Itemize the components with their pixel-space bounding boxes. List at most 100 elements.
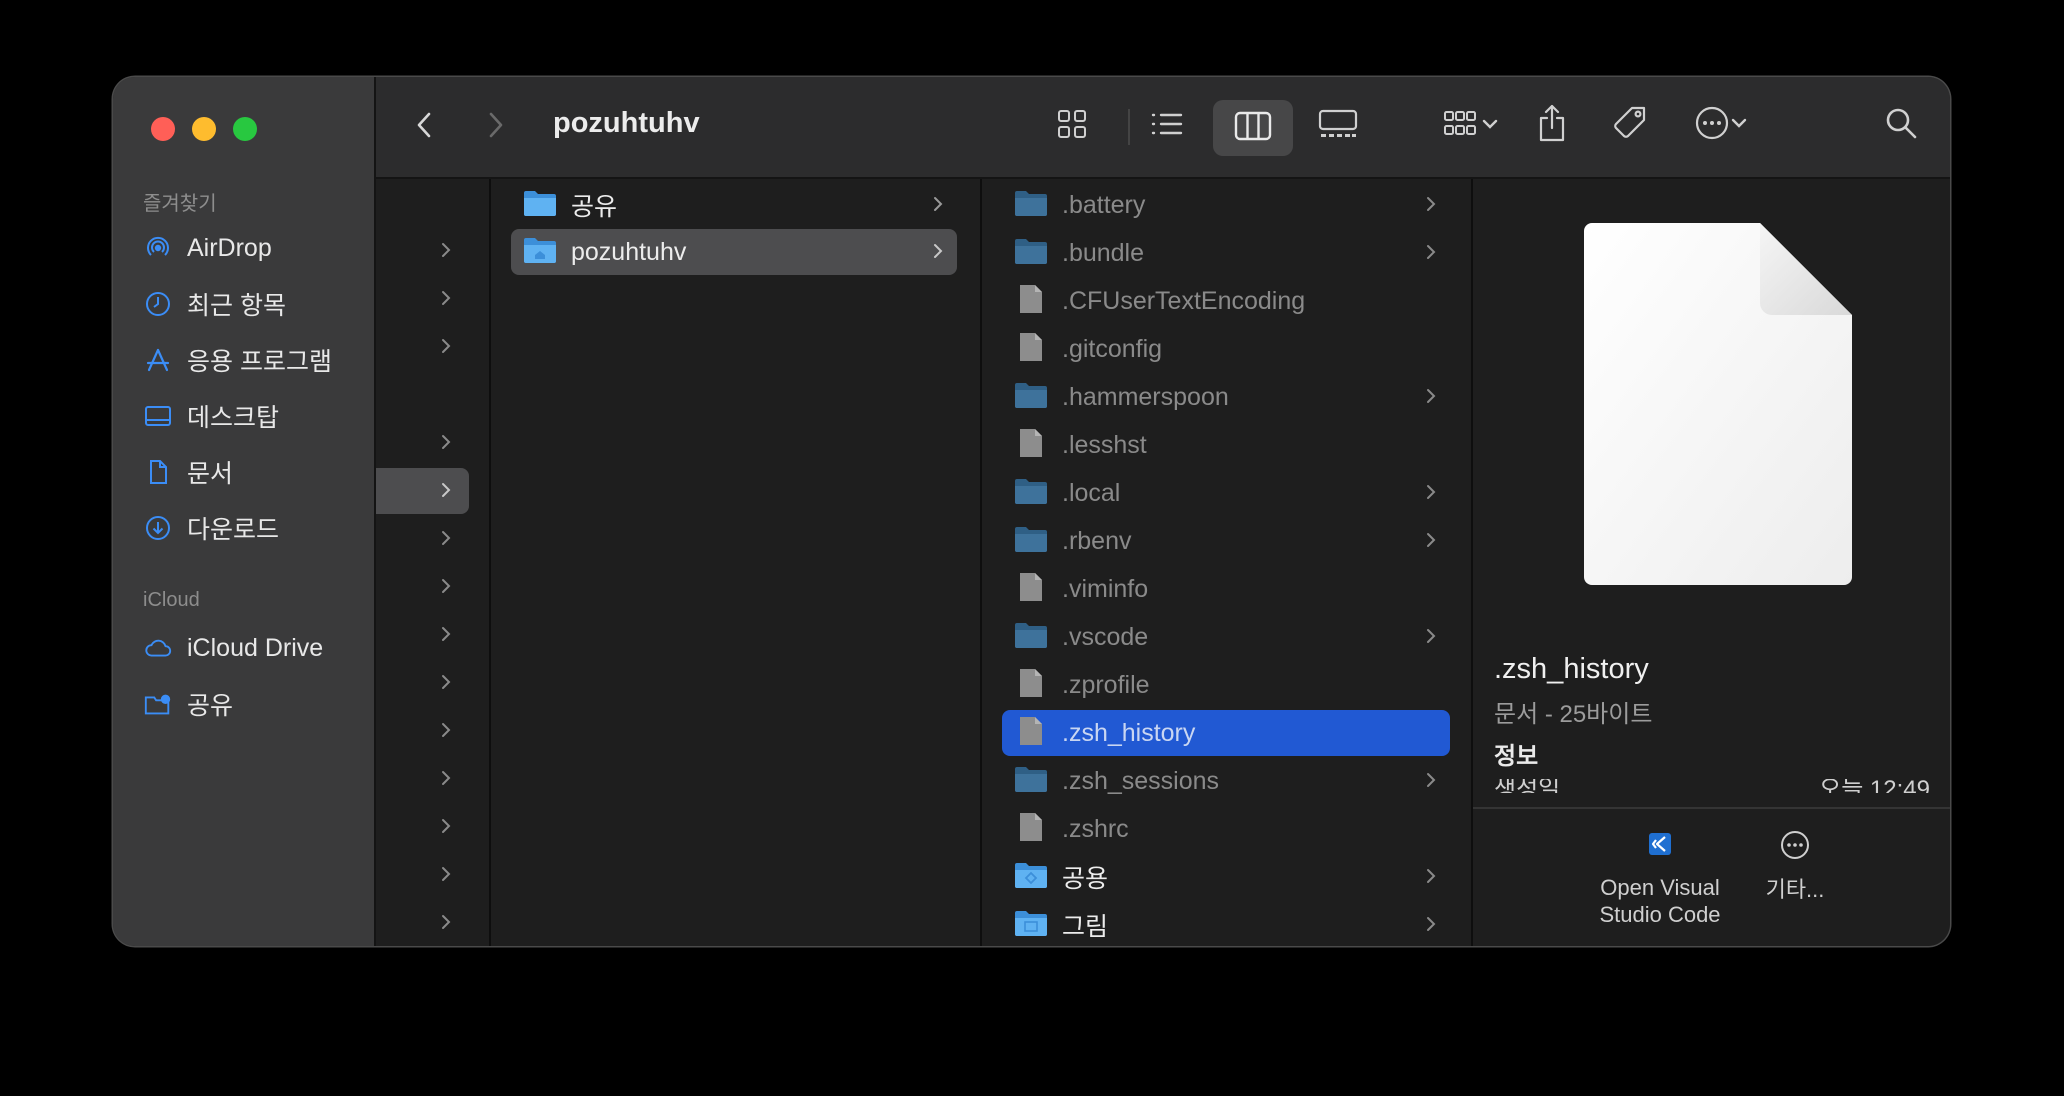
item-name: .battery (1062, 190, 1146, 219)
list-item[interactable] (376, 612, 469, 658)
preview-info-row: 생성일 오늘 12:49 (1494, 779, 1930, 793)
sidebar-item-downloads[interactable]: 다운로드 (143, 504, 363, 552)
list-item[interactable]: .zprofile (1002, 662, 1450, 708)
list-item[interactable] (376, 324, 469, 370)
preview-pane: .zsh_history 문서 - 25바이트 정보 생성일 오늘 12:49 … (1473, 179, 1950, 946)
chevron-left-icon (414, 110, 434, 145)
more-button[interactable]: 기타... (1735, 829, 1855, 903)
list-item[interactable] (376, 420, 469, 466)
created-label: 생성일 (1494, 779, 1561, 793)
folder-icon (1014, 525, 1048, 558)
column-view-button[interactable] (1213, 100, 1293, 156)
list-item[interactable]: .rbenv (1002, 518, 1450, 564)
finder-window: 즐겨찾기 AirDrop 최근 항목 응용 프로그램 데스크탑 문서 다운로드 … (113, 77, 1950, 946)
chevron-right-icon (1424, 768, 1438, 797)
list-item[interactable] (376, 804, 469, 850)
list-item-selected[interactable]: .zsh_history (1002, 710, 1450, 756)
list-item[interactable]: .bundle (1002, 230, 1450, 276)
public-folder-icon (1014, 861, 1048, 894)
search-button[interactable] (1875, 99, 1927, 151)
list-item[interactable]: .gitconfig (1002, 326, 1450, 372)
sidebar-item-label: 데스크탑 (187, 404, 280, 432)
chevron-right-icon (931, 239, 945, 268)
sidebar-item-recents[interactable]: 최근 항목 (143, 280, 363, 328)
sidebar-item-label: AirDrop (187, 233, 272, 262)
item-name: pozuhtuhv (571, 237, 687, 266)
list-item[interactable]: .local (1002, 470, 1450, 516)
list-item-selected[interactable]: pozuhtuhv (511, 229, 957, 275)
list-item[interactable]: .hammerspoon (1002, 374, 1450, 420)
parent-column[interactable] (376, 179, 491, 946)
list-item[interactable]: .zshrc (1002, 806, 1450, 852)
more-actions-button[interactable] (1681, 99, 1761, 151)
close-window-button[interactable] (151, 117, 175, 141)
list-item[interactable]: .battery (1002, 182, 1450, 228)
folder-icon (523, 189, 557, 222)
zoom-window-button[interactable] (233, 117, 257, 141)
item-name: 그림 (1062, 913, 1109, 941)
list-view-button[interactable] (1128, 100, 1206, 152)
list-item[interactable]: .zsh_sessions (1002, 758, 1450, 804)
folder-icon (1014, 381, 1048, 414)
sidebar-item-documents[interactable]: 문서 (143, 448, 363, 496)
preview-file-name: .zsh_history (1494, 653, 1649, 685)
chevron-down-icon (1481, 117, 1499, 135)
minimize-window-button[interactable] (192, 117, 216, 141)
list-item[interactable] (376, 756, 469, 802)
open-vscode-button[interactable]: Open Visual Studio Code (1560, 829, 1760, 928)
icloud-section-label: iCloud (143, 589, 200, 611)
chevron-right-icon (439, 862, 453, 891)
list-item[interactable]: 공용 (1002, 854, 1450, 900)
columns-icon (1234, 110, 1272, 147)
sidebar-item-airdrop[interactable]: AirDrop (143, 224, 363, 272)
chevron-right-icon (1424, 912, 1438, 941)
list-item[interactable]: .CFUserTextEncoding (1002, 278, 1450, 324)
folder-icon (1014, 765, 1048, 798)
cloud-icon (143, 633, 173, 663)
folder-icon (1014, 477, 1048, 510)
sidebar-item-icloud-drive[interactable]: iCloud Drive (143, 624, 363, 672)
item-name: .bundle (1062, 238, 1145, 267)
list-item[interactable] (376, 276, 469, 322)
list-item[interactable] (376, 660, 469, 706)
folder-icon (1014, 237, 1048, 270)
chevron-right-icon (439, 766, 453, 795)
grid-icon (1056, 108, 1088, 145)
sidebar-item-shared[interactable]: 공유 (143, 680, 363, 728)
chevron-down-icon (1730, 116, 1748, 134)
tags-button[interactable] (1604, 99, 1656, 151)
group-by-button[interactable] (1431, 100, 1511, 152)
list-item[interactable]: .viminfo (1002, 566, 1450, 612)
icon-view-button[interactable] (1046, 100, 1098, 152)
search-icon (1883, 105, 1919, 146)
list-item[interactable]: .lesshst (1002, 422, 1450, 468)
list-item[interactable]: .vscode (1002, 614, 1450, 660)
share-button[interactable] (1526, 97, 1578, 153)
chevron-right-icon (1424, 192, 1438, 221)
chevron-right-icon (1424, 384, 1438, 413)
list-item[interactable] (376, 852, 469, 898)
item-name: .zsh_history (1062, 718, 1196, 747)
sidebar-item-applications[interactable]: 응용 프로그램 (143, 336, 363, 384)
window-title: pozuhtuhv (553, 107, 700, 139)
back-button[interactable] (406, 103, 442, 151)
home-column[interactable]: .battery .bundle .CFUserTextEncoding .gitco… (982, 179, 1473, 946)
gallery-view-button[interactable] (1299, 100, 1377, 152)
sidebar-item-desktop[interactable]: 데스크탑 (143, 392, 363, 440)
list-item[interactable] (376, 564, 469, 610)
list-item[interactable]: 그림 (1002, 902, 1450, 946)
ellipsis-circle-icon (1694, 105, 1730, 146)
list-item[interactable] (376, 516, 469, 562)
user-column[interactable]: 공유 pozuhtuhv (491, 179, 982, 946)
list-item[interactable] (376, 228, 469, 274)
list-item[interactable]: 공유 (511, 182, 957, 228)
item-name: .zsh_sessions (1062, 766, 1220, 795)
list-item[interactable] (376, 900, 469, 946)
list-item[interactable] (376, 708, 469, 754)
chevron-right-icon (439, 478, 453, 507)
forward-button[interactable] (478, 103, 514, 151)
column-browser: 공유 pozuhtuhv .battery .bundle .CFUserTextE… (376, 179, 1950, 946)
list-item-selected[interactable] (376, 468, 469, 514)
group-grid-icon (1443, 108, 1481, 145)
chevron-right-icon (439, 286, 453, 315)
